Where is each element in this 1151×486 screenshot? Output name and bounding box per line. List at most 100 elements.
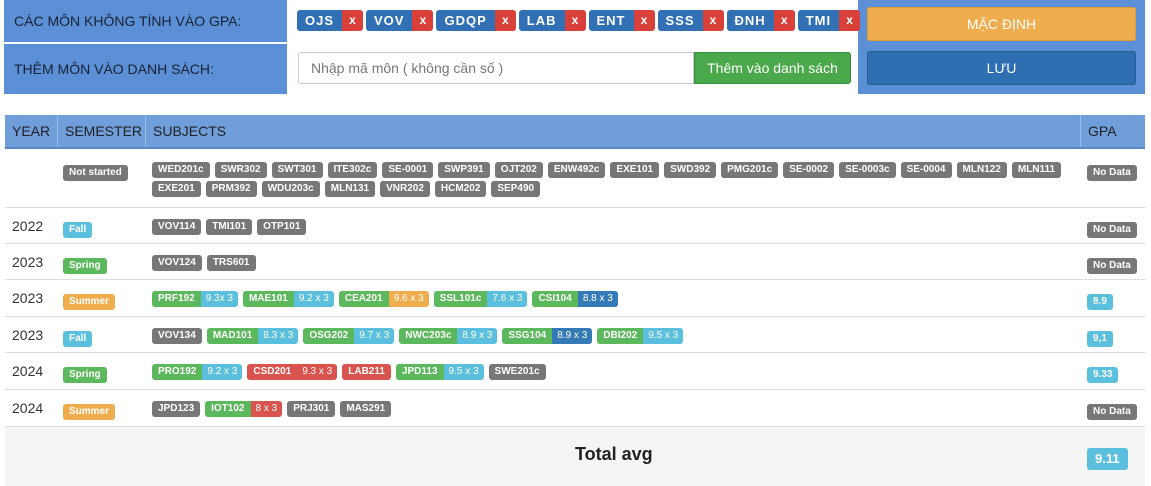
subject-grade: 8 x 3 — [250, 401, 283, 417]
total-row: Total avg 9.11 — [5, 427, 1145, 486]
semester-row: 2023 Spring VOV124 TRS601 No Data — [5, 244, 1145, 280]
semester-cell: Not started — [63, 162, 128, 181]
subject-badge[interactable]: SE-0003c — [839, 162, 896, 178]
subject-badge[interactable]: SWT301 — [271, 162, 323, 178]
subject-code: SE-0001 — [382, 162, 434, 178]
subject-badge[interactable]: CSI104 8.8 x 3 — [532, 291, 618, 307]
subject-grade: 8.9 x 3 — [457, 328, 498, 344]
subject-code: SEP490 — [491, 181, 541, 197]
remove-chip-button[interactable]: x — [494, 10, 516, 31]
remove-chip-button[interactable]: x — [839, 10, 861, 31]
subject-code: NWC203c — [399, 328, 458, 344]
subject-badge[interactable]: EXE101 — [610, 162, 660, 178]
subject-badge[interactable]: SE-0001 — [382, 162, 434, 178]
subjects-cell: VOV134 MAD101 8.3 x 3 OSG202 9.7 x 3 NWC203c 8… — [152, 328, 1077, 347]
subject-badge[interactable]: PRJ301 — [287, 401, 336, 417]
subject-code: SWT301 — [271, 162, 323, 178]
subject-badge[interactable]: SE-0002 — [783, 162, 835, 178]
subject-code: SE-0002 — [783, 162, 835, 178]
subject-badge[interactable]: MAD101 8.3 x 3 — [206, 328, 299, 344]
subject-code: PRJ301 — [287, 401, 336, 417]
subject-badge[interactable]: VNR202 — [380, 181, 430, 197]
subject-badge[interactable]: JPD113 9.5 x 3 — [395, 364, 484, 380]
gpa-cell: No Data — [1087, 162, 1137, 181]
subject-badge[interactable]: NWC203c 8.9 x 3 — [399, 328, 498, 344]
remove-chip-button[interactable]: x — [633, 10, 655, 31]
subject-badge[interactable]: SEP490 — [491, 181, 541, 197]
excluded-chip: VOV x — [366, 10, 434, 31]
semester-label: Spring — [63, 258, 107, 274]
subject-badge[interactable]: WDU203c — [261, 181, 320, 197]
subject-badge[interactable]: SWE201c — [488, 364, 546, 380]
subject-badge[interactable]: VOV114 — [152, 219, 202, 235]
subject-code: PRO192 — [152, 364, 203, 380]
default-button[interactable]: MẶC ĐỊNH — [867, 7, 1136, 41]
subject-code-input[interactable]: Nhập mã môn ( không cần số ) — [298, 52, 694, 84]
subject-badge[interactable]: MLN122 — [956, 162, 1007, 178]
subject-grade: 9.2 x 3 — [202, 364, 243, 380]
subject-code: OJT202 — [494, 162, 543, 178]
subject-badge[interactable]: MLN111 — [1011, 162, 1062, 178]
subject-badge[interactable]: LAB211 — [342, 364, 391, 380]
subject-badge[interactable]: MAS291 — [340, 401, 392, 417]
excluded-chip-label: LAB — [518, 10, 565, 31]
subject-badge[interactable]: VOV134 — [152, 328, 202, 344]
remove-chip-button[interactable]: x — [773, 10, 795, 31]
subject-grade: 9.6 x 3 — [388, 291, 429, 307]
subject-code: JPD123 — [152, 401, 201, 417]
subject-badge[interactable]: EXE201 — [152, 181, 201, 197]
semester-label: Fall — [63, 222, 93, 238]
subject-badge[interactable]: OSG202 9.7 x 3 — [303, 328, 395, 344]
subject-badge[interactable]: TRS601 — [206, 255, 256, 271]
subject-badge[interactable]: ENW492c — [547, 162, 606, 178]
subject-badge[interactable]: MLN131 — [324, 181, 376, 197]
excluded-chip-label: ĐNH — [726, 10, 774, 31]
subject-badge[interactable]: TMI101 — [206, 219, 253, 235]
subject-badge[interactable]: VOV124 — [152, 255, 202, 271]
year-cell: 2022 — [12, 218, 44, 234]
subject-badge[interactable]: PRM392 — [205, 181, 257, 197]
subject-badge[interactable]: PRF192 9.3x 3 — [152, 291, 238, 307]
subject-badge[interactable]: CSD201 9.3 x 3 — [247, 364, 338, 380]
subject-badge[interactable]: OTP101 — [257, 219, 307, 235]
subjects-cell: PRF192 9.3x 3 MAE101 9.2 x 3 CEA201 9.6 x 3 SS… — [152, 291, 1077, 310]
excluded-chip: SSS x — [657, 10, 724, 31]
subject-badge[interactable]: MAE101 9.2 x 3 — [242, 291, 334, 307]
subject-badge[interactable]: JPD123 — [152, 401, 201, 417]
subject-code: SE-0003c — [839, 162, 896, 178]
subject-code: VOV124 — [152, 255, 202, 271]
subject-code: LAB211 — [342, 364, 391, 380]
subject-badge[interactable]: WED201c — [152, 162, 210, 178]
subject-badge[interactable]: CEA201 9.6 x 3 — [338, 291, 429, 307]
subject-badge[interactable]: SWD392 — [664, 162, 717, 178]
subject-code: OTP101 — [257, 219, 307, 235]
gpa-badge: 8.9 — [1087, 294, 1113, 310]
subject-code: VOV114 — [152, 219, 202, 235]
subject-badge[interactable]: ITE302c — [327, 162, 378, 178]
subject-badge[interactable]: SWR302 — [214, 162, 267, 178]
subject-badge[interactable]: SSL101c 7.6 x 3 — [433, 291, 528, 307]
year-cell: 2023 — [12, 327, 44, 343]
remove-chip-button[interactable]: x — [702, 10, 724, 31]
semester-cell: Spring — [63, 364, 107, 383]
semester-label: Summer — [63, 294, 116, 310]
subject-badge[interactable]: HCM202 — [434, 181, 487, 197]
subjects-cell: VOV114 TMI101 OTP101 — [152, 219, 1077, 238]
subject-badge[interactable]: PMG201c — [721, 162, 779, 178]
subject-badge[interactable]: SE-0004 — [900, 162, 952, 178]
save-button[interactable]: LƯU — [867, 51, 1136, 85]
remove-chip-button[interactable]: x — [564, 10, 586, 31]
subject-badge[interactable]: OJT202 — [494, 162, 543, 178]
subject-badge[interactable]: IOT102 8 x 3 — [205, 401, 283, 417]
subject-code: JPD113 — [395, 364, 444, 380]
excluded-chip-label: TMI — [797, 10, 840, 31]
subject-badge[interactable]: PRO192 9.2 x 3 — [152, 364, 243, 380]
gpa-badge: No Data — [1087, 404, 1137, 420]
subject-badge[interactable]: SWP391 — [438, 162, 490, 178]
remove-chip-button[interactable]: x — [342, 10, 364, 31]
subject-badge[interactable]: SSG104 8.9 x 3 — [502, 328, 593, 344]
remove-chip-button[interactable]: x — [412, 10, 434, 31]
add-to-list-button[interactable]: Thêm vào danh sách — [694, 52, 851, 84]
gpa-cell: 9,1 — [1087, 328, 1113, 347]
subject-badge[interactable]: DBI202 9.5 x 3 — [597, 328, 684, 344]
